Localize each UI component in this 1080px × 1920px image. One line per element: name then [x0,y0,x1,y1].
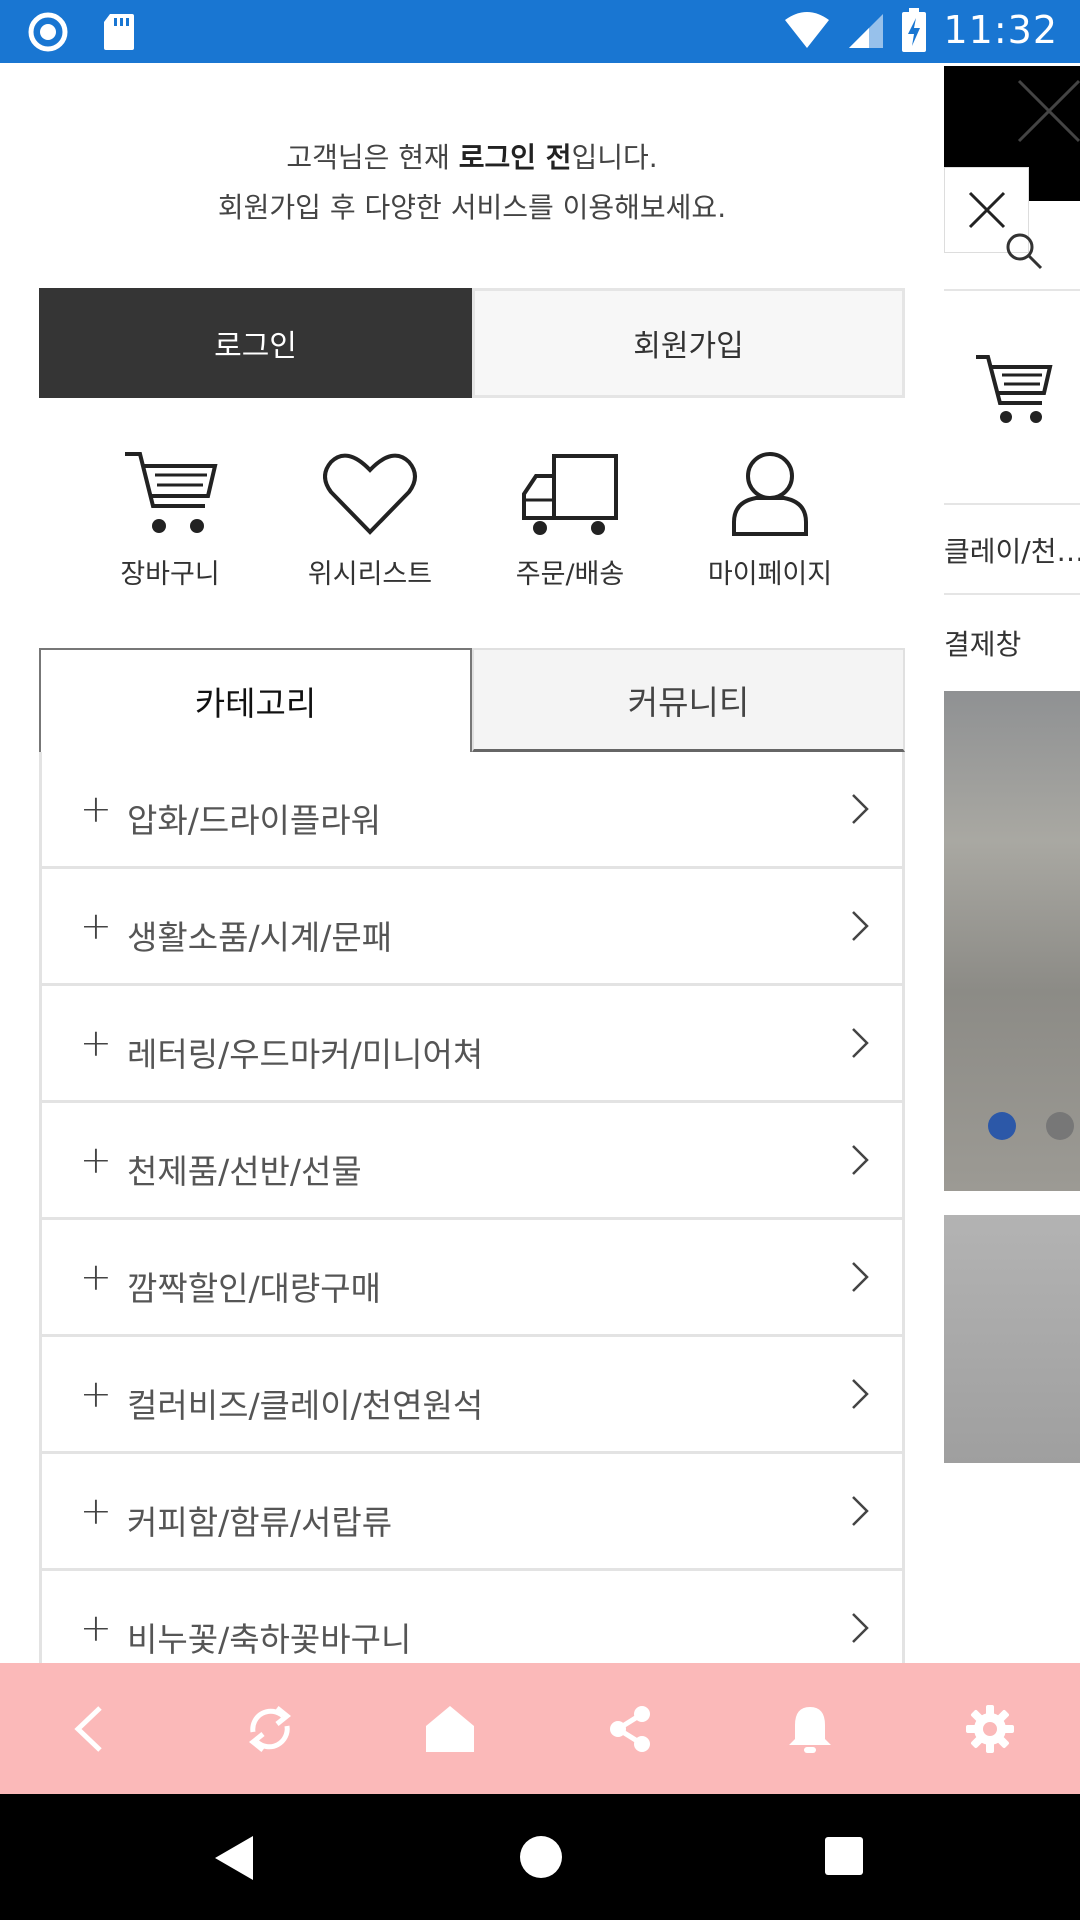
join-button[interactable]: 회원가입 [472,288,905,398]
login-msg-bold: 로그인 전 [458,141,572,174]
quick-link-label: 장바구니 [120,559,220,590]
category-label: 비누꽃/축하꽃바구니 [127,1620,412,1659]
plus-icon: + [80,1255,112,1299]
tab-category[interactable]: 카테고리 [39,648,472,752]
plus-icon: + [80,1138,112,1182]
bg-cart-icon[interactable] [974,353,1054,428]
back-icon [74,1705,102,1752]
bg-banner-image [944,691,1080,1191]
cart-icon [124,452,218,533]
category-label: 압화/드라이플라워 [127,801,381,840]
category-item[interactable]: + 레터링/우드마커/미니어쳐 [42,986,902,1103]
category-label: 깜짝할인/대량구매 [127,1269,381,1308]
bg-menu-text: 결제창 [944,628,1022,661]
chevron-right-icon [852,1262,869,1292]
bg-divider [944,503,1080,505]
user-icon [732,452,808,536]
category-item[interactable]: + 비누꽃/축하꽃바구니 [42,1571,902,1663]
plus-icon: + [80,1606,112,1650]
home-button[interactable] [410,1689,490,1769]
app-bottom-bar [0,1663,1080,1794]
bg-menu-text: 클레이/천… [944,535,1080,568]
quick-link-wishlist[interactable]: 위시리스트 [270,448,470,608]
login-msg-suffix: 입니다. [571,141,658,174]
share-icon [610,1705,650,1752]
category-label: 컬러비즈/클레이/천연원석 [127,1386,484,1425]
gear-icon [966,1704,1014,1753]
category-item[interactable]: + 생활소품/시계/문패 [42,869,902,986]
bg-product-image [944,1215,1080,1463]
login-msg-prefix: 고객님은 현재 [286,141,459,174]
login-button[interactable]: 로그인 [39,288,472,398]
quick-link-cart[interactable]: 장바구니 [70,448,270,608]
nav-back-icon[interactable] [213,1834,257,1882]
tab-community[interactable]: 커뮤니티 [472,648,905,752]
quick-links: 장바구니 위시리스트 주문/배송 마이페이지 [70,448,870,608]
back-button[interactable] [50,1689,130,1769]
quick-link-label: 주문/배송 [515,559,625,590]
plus-icon: + [80,1489,112,1533]
chevron-right-icon [852,1145,869,1175]
close-icon [968,191,1006,229]
bg-divider [944,289,1080,291]
category-item[interactable]: + 커피함/함류/서랍류 [42,1454,902,1571]
system-nav-bar [0,1794,1080,1920]
bg-close-mark-icon [1017,79,1080,143]
drawer-tabs: 카테고리 커뮤니티 [39,648,905,752]
plus-icon: + [80,904,112,948]
chevron-right-icon [852,1379,869,1409]
bg-divider [944,593,1080,595]
background-page: 클레이/천… 결제창 [944,63,1080,1663]
search-icon[interactable] [1004,231,1044,271]
plus-icon: + [80,1021,112,1065]
category-item[interactable]: + 깜짝할인/대량구매 [42,1220,902,1337]
refresh-button[interactable] [230,1689,310,1769]
clock: 11:32 [943,8,1058,52]
settings-button[interactable] [950,1689,1030,1769]
quick-link-mypage[interactable]: 마이페이지 [670,448,870,608]
category-item[interactable]: + 컬러비즈/클레이/천연원석 [42,1337,902,1454]
refresh-icon [248,1705,292,1752]
chevron-right-icon [852,911,869,941]
plus-icon: + [80,787,112,831]
home-icon [426,1705,474,1752]
quick-link-orders[interactable]: 주문/배송 [470,448,670,608]
nav-recents-icon[interactable] [824,1836,864,1876]
plus-icon: + [80,1372,112,1416]
chevron-right-icon [852,1496,869,1526]
category-label: 레터링/우드마커/미니어쳐 [127,1035,484,1074]
status-bar: 11:32 [0,0,1080,63]
signal-icon [849,14,884,48]
category-list: + 압화/드라이플라워 + 생활소품/시계/문패 + 레터링/우드마커/미니어쳐… [39,752,905,1663]
quick-link-label: 위시리스트 [307,559,433,590]
category-label: 천제품/선반/선물 [127,1152,362,1191]
truck-icon [522,454,618,535]
side-drawer: 고객님은 현재 로그인 전입니다. 회원가입 후 다양한 서비스를 이용해보세요… [0,63,944,1663]
bell-icon [789,1706,831,1753]
sync-status-icon [28,12,68,52]
heart-icon [322,453,417,535]
nav-home-icon[interactable] [518,1834,564,1880]
wifi-icon [785,12,830,48]
category-label: 커피함/함류/서랍류 [127,1503,393,1542]
battery-charging-icon [902,8,927,52]
carousel-dots [988,1112,1074,1140]
notification-button[interactable] [770,1689,850,1769]
share-button[interactable] [590,1689,670,1769]
category-item[interactable]: + 압화/드라이플라워 [42,752,902,869]
chevron-right-icon [852,1613,869,1643]
auth-buttons: 로그인 회원가입 [39,288,905,398]
chevron-right-icon [852,794,869,824]
login-msg-line2: 회원가입 후 다양한 서비스를 이용해보세요. [217,191,727,224]
login-status-message: 고객님은 현재 로그인 전입니다. 회원가입 후 다양한 서비스를 이용해보세요… [0,133,944,233]
category-item[interactable]: + 천제품/선반/선물 [42,1103,902,1220]
quick-link-label: 마이페이지 [707,559,833,590]
sd-card-icon [104,14,134,50]
category-label: 생활소품/시계/문패 [127,918,393,957]
chevron-right-icon [852,1028,869,1058]
